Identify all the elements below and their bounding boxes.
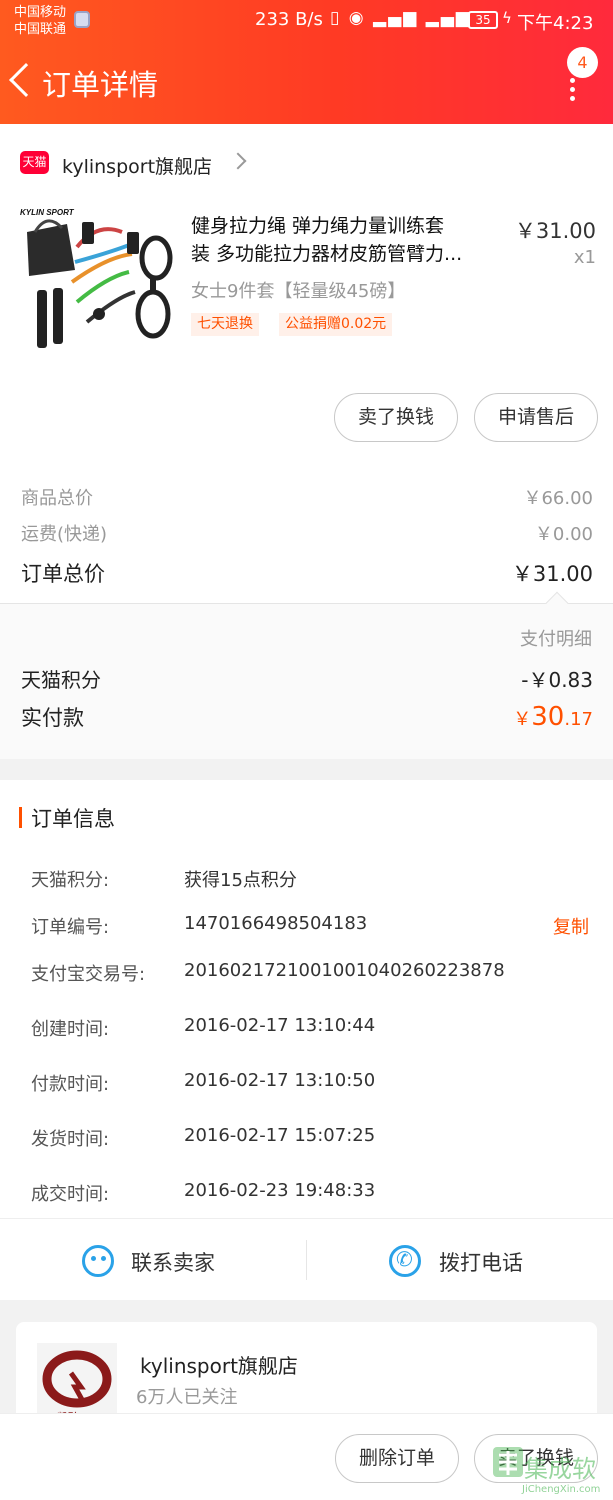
goods-total-label: 商品总价 <box>21 488 93 509</box>
carrier-info: 中国移动 中国联通 <box>14 4 66 38</box>
carrier-1: 中国移动 <box>14 5 67 20</box>
shipping-value: ￥0.00 <box>534 524 593 545</box>
paid-currency: ￥ <box>513 709 532 730</box>
points-label: 天猫积分 <box>21 668 101 692</box>
info-key: 发货时间: <box>31 1129 110 1150</box>
info-key: 创建时间: <box>31 1019 110 1040</box>
payment-detail-link[interactable]: 支付明细 <box>520 625 592 651</box>
info-value: 2016-02-17 13:10:50 <box>184 1070 376 1091</box>
copy-order-number-button[interactable]: 复制 <box>553 913 589 939</box>
page-title: 订单详情 <box>42 68 159 102</box>
phone-icon[interactable] <box>389 1245 421 1277</box>
sell-button[interactable]: 卖了换钱 <box>334 393 458 442</box>
delete-order-button[interactable]: 删除订单 <box>335 1434 459 1483</box>
order-total-label: 订单总价 <box>21 562 105 586</box>
info-value: 2016-02-23 19:48:33 <box>184 1180 376 1201</box>
store-logo[interactable]: 凯聆 <box>37 1343 117 1423</box>
shop-name-link[interactable]: kylinsport旗舰店 <box>62 152 212 179</box>
info-value: 获得15点积分 <box>184 870 297 891</box>
carrier-2: 中国联通 <box>14 22 67 37</box>
watermark-text: 集成软 <box>524 1455 596 1483</box>
info-key: 天猫积分: <box>31 870 110 891</box>
shield-icon <box>74 11 90 28</box>
brand-text: KYLIN SPORT <box>20 208 75 217</box>
contact-seller-button[interactable]: 联系卖家 <box>131 1247 215 1277</box>
divider <box>0 603 613 604</box>
message-badge[interactable]: 4 <box>567 47 598 78</box>
return-tag: 七天退换 <box>191 313 259 336</box>
store-followers: 6万人已关注 <box>136 1387 238 1408</box>
watermark-subtext: JiChengXin.com <box>522 1484 601 1495</box>
network-speed: 233 B/s <box>255 9 323 30</box>
goods-total-value: ￥66.00 <box>523 488 593 509</box>
clock: 下午4:23 <box>517 13 594 34</box>
charging-icon: ϟ <box>502 9 512 27</box>
signal-icons: ▯ ◉ ▂▄▆ ▂▄▆ <box>330 8 471 28</box>
product-price: ￥31.00 <box>514 219 596 243</box>
points-value: -￥0.83 <box>521 668 593 692</box>
paid-integer: 30 <box>531 702 565 732</box>
product-sku: 女士9件套【轻量级45磅】 <box>191 281 406 302</box>
info-key: 成交时间: <box>31 1184 110 1205</box>
info-value: 2016-02-17 15:07:25 <box>184 1125 376 1146</box>
store-name[interactable]: kylinsport旗舰店 <box>140 1350 298 1379</box>
after-sale-button[interactable]: 申请售后 <box>474 393 598 442</box>
shipping-label: 运费(快递) <box>21 524 108 545</box>
info-value: 2016-02-17 13:10:44 <box>184 1015 376 1036</box>
product-title-line-1: 健身拉力绳 弹力绳力量训练套 <box>191 215 445 237</box>
back-icon[interactable] <box>9 63 43 97</box>
paid-amount: ￥30.17 <box>513 702 593 732</box>
chat-icon[interactable] <box>82 1245 114 1277</box>
contact-divider <box>306 1240 307 1280</box>
product-title-line-2: 装 多功能拉力器材皮筋管臂力... <box>191 243 463 265</box>
section-accent-bar <box>19 807 22 828</box>
more-icon[interactable] <box>569 78 577 101</box>
info-key: 订单编号: <box>31 917 110 938</box>
paid-label: 实付款 <box>21 706 84 730</box>
info-value: 1470166498504183 <box>184 913 368 934</box>
call-phone-button[interactable]: 拨打电话 <box>439 1247 523 1277</box>
battery-icon: 35 <box>468 11 498 29</box>
product-thumbnail[interactable]: KYLIN SPORT <box>17 202 177 350</box>
info-key: 付款时间: <box>31 1074 110 1095</box>
tmall-logo-icon: 天猫 <box>20 151 49 174</box>
order-info-title: 订单信息 <box>31 807 115 831</box>
paid-decimal: .17 <box>564 709 593 730</box>
product-title[interactable]: 健身拉力绳 弹力绳力量训练套 装 多功能拉力器材皮筋管臂力... <box>191 212 511 268</box>
header-bar: 中国移动 中国联通 233 B/s ▯ ◉ ▂▄▆ ▂▄▆ 35 ϟ 下午4:2… <box>0 0 613 124</box>
info-key: 支付宝交易号: <box>31 964 146 985</box>
info-value: 2016021721001001040260223878 <box>184 960 505 981</box>
order-total-value: ￥31.00 <box>511 562 593 586</box>
donation-tag: 公益捐赠0.02元 <box>279 313 393 336</box>
product-quantity: x1 <box>573 247 596 268</box>
